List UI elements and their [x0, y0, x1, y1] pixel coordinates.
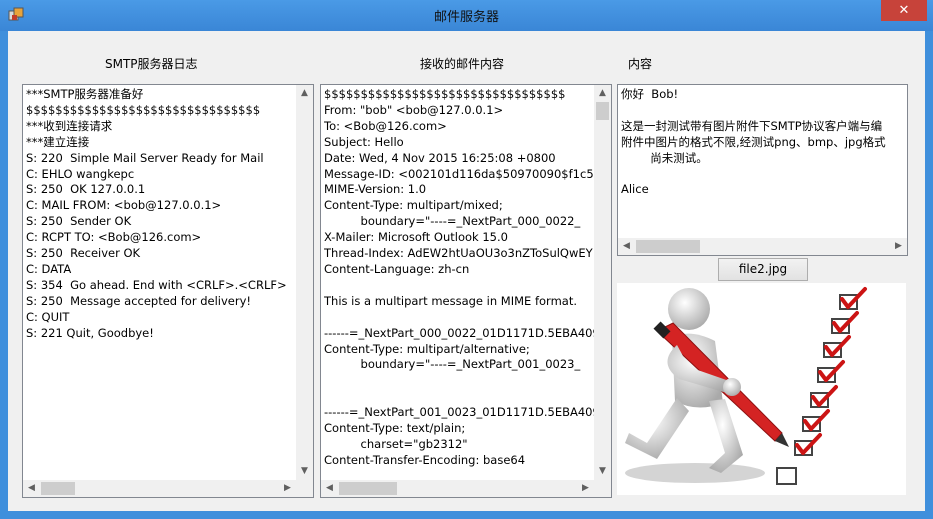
text-line: 你好 Bob! — [621, 87, 679, 101]
text-line: Content-Type: text/plain; — [324, 421, 466, 436]
received-horizontal-scrollbar[interactable]: ◀ ▶ — [321, 480, 594, 497]
text-line: ***建立连接 — [26, 134, 90, 149]
content-text: 你好 Bob! 这是一封测试带有图片附件下SMTP协议客户端与编 附件中图片的格式… — [621, 87, 907, 238]
text-line: Content-Type: multipart/alternative; — [324, 341, 530, 356]
text-line: Subject: Hello — [324, 134, 404, 149]
text-line: boundary="----=_NextPart_000_0022_ — [324, 214, 581, 229]
scroll-left-icon[interactable]: ◀ — [23, 480, 40, 497]
scroll-corner — [296, 480, 313, 497]
attachment-image — [617, 283, 906, 495]
received-text: $$$$$$$$$$$$$$$$$$$$$$$$$$$$$$$$$ From: "… — [324, 87, 594, 480]
text-line: charset="gb2312" — [324, 436, 468, 451]
text-line: ------=_NextPart_001_0023_01D1171D.5EBA4… — [324, 405, 594, 420]
text-line: Content-Transfer-Encoding: base64 — [324, 452, 526, 467]
scroll-left-icon[interactable]: ◀ — [321, 480, 338, 497]
log-text: ***SMTP服务器准备好 $$$$$$$$$$$$$$$$$$$$$$$$$$$… — [26, 87, 296, 480]
log-hscroll-thumb[interactable] — [41, 482, 75, 495]
text-line: ***SMTP服务器准备好 — [26, 87, 144, 101]
log-vertical-scrollbar[interactable]: ▲ ▼ — [296, 85, 313, 480]
text-line: S: 220 Simple Mail Server Ready for Mail — [26, 150, 264, 165]
scroll-left-icon[interactable]: ◀ — [618, 238, 635, 255]
text-line — [324, 469, 594, 480]
scroll-down-icon[interactable]: ▼ — [296, 463, 313, 480]
text-line: Alice — [621, 182, 649, 197]
scroll-up-icon[interactable]: ▲ — [296, 85, 313, 102]
scroll-right-icon[interactable]: ▶ — [890, 238, 907, 255]
close-button[interactable]: ✕ — [881, 0, 927, 21]
received-vscroll-thumb[interactable] — [596, 102, 609, 120]
text-line: $$$$$$$$$$$$$$$$$$$$$$$$$$$$$$$$ — [26, 102, 261, 117]
text-line: Message-ID: <002101d116da$50970090$f1c50… — [324, 166, 594, 181]
content-horizontal-scrollbar[interactable]: ◀ ▶ — [618, 238, 907, 255]
received-heading: 接收的邮件内容 — [420, 57, 505, 71]
text-line: Thread-Index: AdEW2htUaOU3o3nZToSulQwEY — [324, 246, 593, 261]
text-line: To: <Bob@126.com> — [324, 118, 447, 133]
text-line: C: QUIT — [26, 309, 70, 324]
scroll-down-icon[interactable]: ▼ — [594, 463, 611, 480]
text-line: S: 221 Quit, Goodbye! — [26, 325, 154, 340]
text-line: C: MAIL FROM: <bob@127.0.0.1> — [26, 198, 222, 213]
text-line: S: 250 Message accepted for delivery! — [26, 293, 252, 308]
checklist-figure-illustration — [625, 287, 867, 485]
text-line: C: EHLO wangkepc — [26, 166, 135, 181]
text-line: C: DATA — [26, 261, 72, 276]
content-textbox[interactable]: 你好 Bob! 这是一封测试带有图片附件下SMTP协议客户端与编 附件中图片的格式… — [617, 84, 908, 256]
scroll-corner — [594, 480, 611, 497]
content-heading: 内容 — [628, 57, 653, 71]
text-line — [621, 167, 907, 183]
text-line: 尚未测试。 — [621, 150, 708, 165]
text-line — [621, 103, 907, 119]
window-title: 邮件服务器 — [433, 10, 499, 25]
text-line — [324, 310, 594, 326]
scroll-right-icon[interactable]: ▶ — [279, 480, 296, 497]
text-line: ------=_NextPart_000_0022_01D1171D.5EBA4… — [324, 325, 594, 340]
text-line: ***收到连接请求 — [26, 118, 113, 133]
text-line: S: 250 Sender OK — [26, 214, 132, 229]
text-line: X-Mailer: Microsoft Outlook 15.0 — [324, 230, 508, 245]
text-line: C: RCPT TO: <Bob@126.com> — [26, 230, 202, 245]
attachment-file-button[interactable]: file2.jpg — [718, 258, 808, 281]
received-vertical-scrollbar[interactable]: ▲ ▼ — [594, 85, 611, 480]
text-line: From: "bob" <bob@127.0.0.1> — [324, 102, 504, 117]
text-line: S: 250 OK 127.0.0.1 — [26, 182, 146, 197]
title-bar: 邮件服务器 ✕ — [0, 0, 933, 31]
text-line: S: 250 Receiver OK — [26, 246, 141, 261]
received-textbox[interactable]: $$$$$$$$$$$$$$$$$$$$$$$$$$$$$$$$$ From: "… — [320, 84, 612, 498]
scroll-up-icon[interactable]: ▲ — [594, 85, 611, 102]
text-line: MIME-Version: 1.0 — [324, 182, 427, 197]
window-client-area: SMTP服务器日志 接收的邮件内容 内容 ***SMTP服务器准备好 $$$$$$… — [8, 31, 925, 511]
text-line: This is a multipart message in MIME form… — [324, 293, 577, 308]
log-heading: SMTP服务器日志 — [105, 57, 198, 71]
received-hscroll-thumb[interactable] — [339, 482, 397, 495]
text-line — [324, 278, 594, 294]
text-line: S: 354 Go ahead. End with <CRLF>.<CRLF> — [26, 277, 287, 292]
content-hscroll-thumb[interactable] — [636, 240, 700, 253]
text-line: boundary="----=_NextPart_001_0023_ — [324, 357, 581, 372]
text-line: 这是一封测试带有图片附件下SMTP协议客户端与编 — [621, 118, 883, 133]
log-horizontal-scrollbar[interactable]: ◀ ▶ — [23, 480, 296, 497]
scroll-right-icon[interactable]: ▶ — [577, 480, 594, 497]
text-line: Content-Type: multipart/mixed; — [324, 198, 503, 213]
text-line — [324, 389, 594, 405]
text-line — [324, 373, 594, 389]
log-textbox[interactable]: ***SMTP服务器准备好 $$$$$$$$$$$$$$$$$$$$$$$$$$$… — [22, 84, 314, 498]
text-line: 附件中图片的格式不限,经测试png、bmp、jpg格式 — [621, 134, 886, 149]
text-line: Content-Language: zh-cn — [324, 261, 470, 276]
close-icon: ✕ — [898, 3, 910, 18]
text-line: $$$$$$$$$$$$$$$$$$$$$$$$$$$$$$$$$ — [324, 87, 566, 101]
text-line: Date: Wed, 4 Nov 2015 16:25:08 +0800 — [324, 150, 556, 165]
